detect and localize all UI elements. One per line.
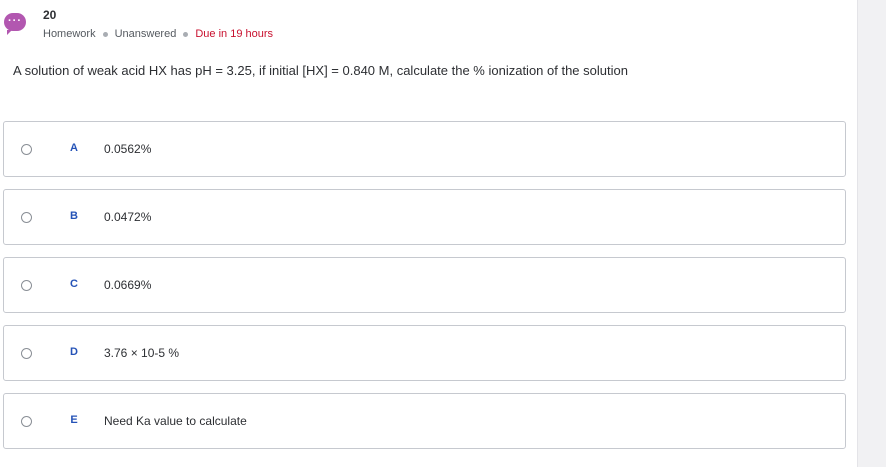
question-number: 20 bbox=[43, 8, 57, 22]
question-meta: Homework Unanswered Due in 19 hours bbox=[43, 28, 273, 40]
option-letter: C bbox=[70, 278, 78, 290]
radio-icon[interactable] bbox=[21, 416, 32, 427]
option-letter: D bbox=[70, 346, 78, 358]
answer-option-b[interactable]: B 0.0472% bbox=[3, 189, 846, 245]
option-text: 3.76 × 10-5 % bbox=[104, 346, 180, 360]
option-text: 0.0472% bbox=[104, 210, 152, 224]
option-text: Need Ka value to calculate bbox=[104, 414, 247, 428]
option-letter: E bbox=[70, 414, 78, 426]
question-status: Unanswered bbox=[114, 28, 177, 40]
answer-option-c[interactable]: C 0.0669% bbox=[3, 257, 846, 313]
answer-option-a[interactable]: A 0.0562% bbox=[3, 121, 846, 177]
option-text: 0.0562% bbox=[104, 142, 152, 156]
speech-bubble-icon: ··· bbox=[4, 13, 26, 35]
radio-icon[interactable] bbox=[21, 348, 32, 359]
option-text: 0.0669% bbox=[104, 278, 152, 292]
answer-option-d[interactable]: D 3.76 × 10-5 % bbox=[3, 325, 846, 381]
option-letter: A bbox=[70, 142, 78, 154]
dot-icon bbox=[183, 31, 189, 37]
option-letter: B bbox=[70, 210, 78, 222]
radio-icon[interactable] bbox=[21, 280, 32, 291]
radio-icon[interactable] bbox=[21, 144, 32, 155]
answer-option-e[interactable]: E Need Ka value to calculate bbox=[3, 393, 846, 449]
due-date: Due in 19 hours bbox=[195, 28, 274, 40]
scrollbar-track[interactable] bbox=[857, 0, 886, 467]
question-type: Homework bbox=[43, 28, 96, 40]
question-header: ··· 20 Homework Unanswered Due in 19 hou… bbox=[0, 0, 858, 60]
question-text: A solution of weak acid HX has pH = 3.25… bbox=[13, 63, 628, 78]
radio-icon[interactable] bbox=[21, 212, 32, 223]
dot-icon bbox=[102, 31, 108, 37]
